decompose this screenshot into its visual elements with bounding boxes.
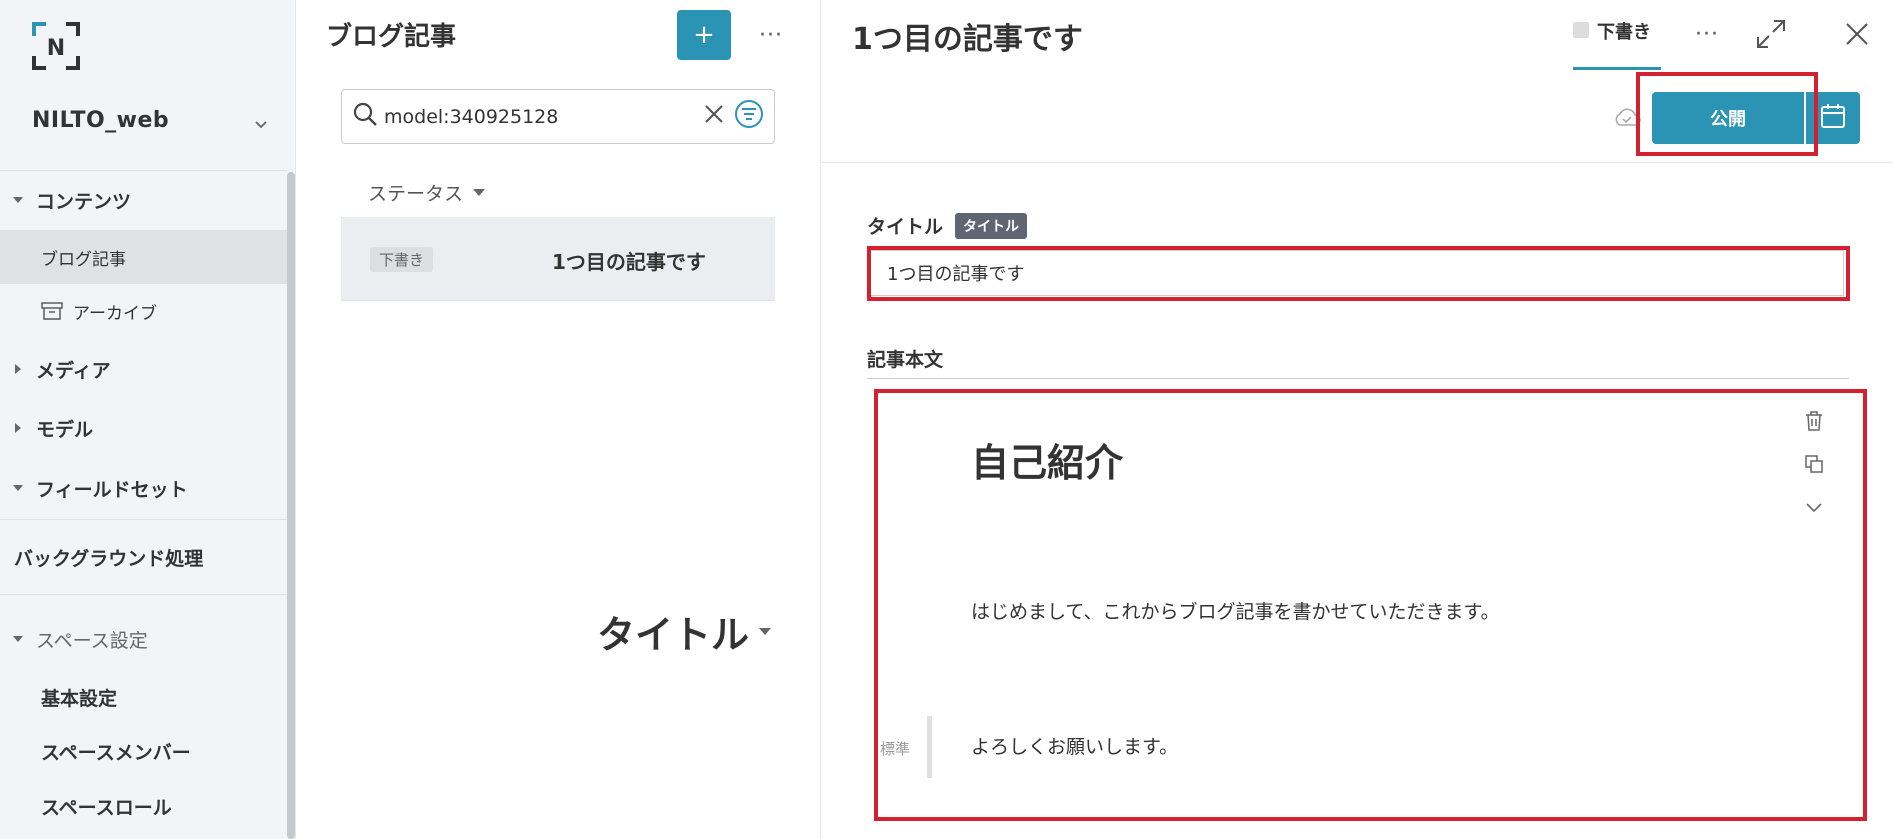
tab-draft[interactable]: 下書き (1573, 18, 1663, 70)
expand-icon[interactable] (1755, 18, 1787, 55)
archive-icon (41, 302, 63, 320)
sort-caret-icon (473, 188, 486, 196)
column-header-label: ステータス (368, 182, 464, 205)
body-field-divider (867, 378, 1849, 379)
schedule-publish-button[interactable] (1806, 92, 1860, 144)
chevron-down-icon[interactable] (254, 114, 268, 135)
search-icon (352, 101, 378, 132)
sidebar-divider (0, 594, 287, 595)
sidebar-scrollbar[interactable] (287, 172, 295, 839)
field-label-text: タイトル (867, 216, 944, 238)
sidebar-item-space-roles[interactable]: スペースロール (0, 786, 287, 826)
active-tab-indicator (1573, 67, 1661, 70)
sidebar-item-basic-settings[interactable]: 基本設定 (0, 677, 287, 717)
sidebar-section-label: モデル (36, 418, 94, 441)
content-editor: 1つ目の記事です 下書き ··· 公開 タイトル タイトル 1つ目の記事です 記… (822, 0, 1893, 839)
body-heading-block[interactable]: 自己紹介 (971, 432, 1123, 487)
sidebar-section-media[interactable]: メディア (0, 349, 287, 389)
column-header-title[interactable]: タイトル (597, 604, 772, 659)
page-title: 1つ目の記事です (852, 22, 1083, 57)
draft-status-icon (1573, 22, 1589, 38)
close-icon[interactable] (1843, 20, 1871, 53)
sidebar-item-label: アーカイブ (73, 303, 157, 324)
sidebar-item-label: ブログ記事 (41, 249, 126, 270)
block-focus-bar (927, 716, 932, 778)
column-header-status[interactable]: ステータス (368, 179, 486, 206)
caret-right-icon (0, 423, 36, 433)
sidebar-item-space-members[interactable]: スペースメンバー (0, 731, 287, 771)
move-block-down-icon[interactable] (1804, 498, 1824, 519)
space-name[interactable]: NILTO_web (32, 108, 169, 133)
title-input[interactable]: 1つ目の記事です (870, 250, 1844, 296)
sort-caret-icon (759, 628, 772, 635)
publish-button[interactable]: 公開 (1652, 92, 1804, 144)
add-content-button[interactable]: + (677, 10, 731, 60)
delete-block-icon[interactable] (1804, 410, 1824, 437)
sidebar-section-model[interactable]: モデル (0, 408, 287, 448)
sidebar: N NILTO_web コンテンツ ブログ記事 アーカイブ メディア モデル フ… (0, 0, 296, 839)
caret-down-icon (0, 635, 36, 643)
list-item[interactable]: 下書き 1つ目の記事です (341, 217, 775, 301)
svg-text:N: N (47, 36, 65, 61)
list-item-title: 1つ目の記事です (552, 250, 706, 274)
cloud-saved-icon (1612, 106, 1642, 133)
sidebar-item-background[interactable]: バックグラウンド処理 (0, 537, 287, 577)
sidebar-section-fieldset[interactable]: フィールドセット (0, 468, 287, 508)
sidebar-section-label: スペース設定 (36, 629, 148, 652)
column-header-label: タイトル (597, 613, 750, 657)
nilto-logo[interactable]: N (32, 22, 80, 70)
body-field-label: 記事本文 (867, 349, 944, 371)
sidebar-divider (0, 170, 287, 171)
clear-search-icon[interactable] (704, 104, 724, 129)
editor-more-button[interactable]: ··· (1695, 22, 1719, 47)
content-list-panel: ブログ記事 + ··· model:340925128 ステータス タイトル 下… (297, 0, 821, 839)
caret-right-icon (0, 364, 36, 374)
sidebar-section-space-settings[interactable]: スペース設定 (0, 619, 287, 659)
search-field[interactable]: model:340925128 (341, 89, 775, 144)
sidebar-item-archive[interactable]: アーカイブ (0, 284, 287, 338)
status-badge: 下書き (370, 247, 434, 272)
duplicate-block-icon[interactable] (1804, 454, 1824, 479)
block-style-label[interactable]: 標準 (880, 738, 910, 759)
body-paragraph-block[interactable]: はじめまして、これからブログ記事を書かせていただきます。 (971, 597, 1500, 624)
sidebar-divider (0, 519, 287, 520)
sidebar-item-label: スペースロール (41, 796, 172, 819)
sidebar-section-contents[interactable]: コンテンツ (0, 180, 287, 220)
search-input[interactable]: model:340925128 (384, 106, 704, 128)
tab-label: 下書き (1597, 22, 1651, 43)
sidebar-section-label: コンテンツ (36, 190, 132, 213)
editor-header-divider (822, 162, 1893, 163)
sidebar-section-label: メディア (36, 359, 111, 382)
body-paragraph-block[interactable]: よろしくお願いします。 (971, 732, 1178, 759)
sidebar-item-label: 基本設定 (41, 687, 118, 710)
caret-down-icon (0, 196, 36, 204)
list-column-headers: ステータス タイトル (341, 172, 775, 657)
caret-down-icon (0, 484, 36, 492)
list-title: ブログ記事 (326, 22, 457, 52)
field-type-tag: タイトル (955, 212, 1028, 239)
list-more-button[interactable]: ··· (753, 20, 789, 50)
sidebar-item-label: スペースメンバー (41, 741, 191, 764)
sidebar-item-blog[interactable]: ブログ記事 (0, 230, 287, 284)
filter-icon[interactable] (734, 99, 764, 134)
title-field-label: タイトル タイトル (867, 212, 1028, 239)
sidebar-item-label: バックグラウンド処理 (14, 547, 204, 570)
calendar-icon (1820, 103, 1846, 134)
sidebar-section-label: フィールドセット (36, 478, 188, 501)
